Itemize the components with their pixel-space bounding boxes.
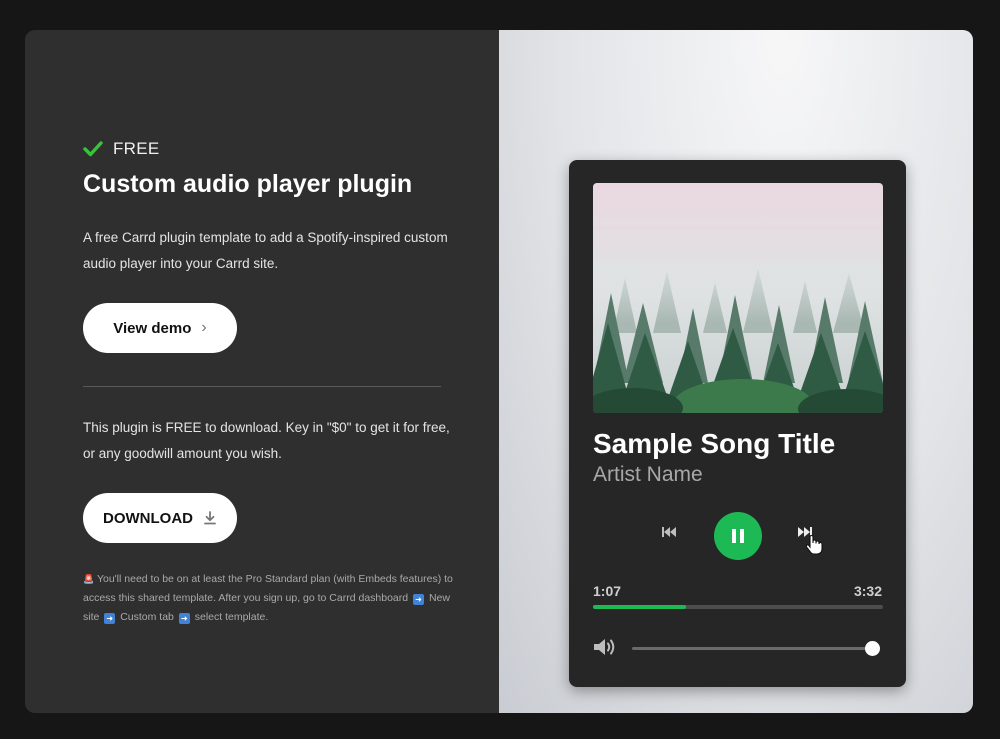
pause-icon xyxy=(732,529,744,543)
note-text-3: Custom tab xyxy=(120,611,174,623)
preview-panel: Sample Song Title Artist Name 1:07 3:32 xyxy=(499,30,973,713)
promo-card: FREE Custom audio player plugin A free C… xyxy=(25,30,973,713)
song-title: Sample Song Title xyxy=(593,428,836,459)
progress-fill xyxy=(593,605,686,609)
volume-slider[interactable] xyxy=(632,647,873,650)
arrow-right-icon: ➜ xyxy=(413,594,425,605)
arrow-right-icon: ➜ xyxy=(178,613,190,624)
download-label: DOWNLOAD xyxy=(103,509,193,527)
view-demo-button[interactable]: View demo › xyxy=(83,303,237,353)
album-artwork xyxy=(593,183,883,413)
hand-pointer-cursor-icon xyxy=(805,535,823,555)
info-panel: FREE Custom audio player plugin A free C… xyxy=(25,30,499,713)
total-time: 3:32 xyxy=(853,583,882,599)
view-demo-label: View demo xyxy=(113,319,192,337)
progress-bar[interactable] xyxy=(593,605,883,609)
badge-label: FREE xyxy=(113,139,160,158)
divider xyxy=(83,386,441,387)
plugin-description: A free Carrd plugin template to add a Sp… xyxy=(83,230,448,271)
audio-player: Sample Song Title Artist Name 1:07 3:32 xyxy=(569,160,906,687)
note-text-4: select template. xyxy=(194,611,269,623)
current-time: 1:07 xyxy=(593,583,622,599)
artist-name: Artist Name xyxy=(593,463,703,486)
free-badge: FREE xyxy=(83,139,160,159)
pause-button[interactable] xyxy=(714,512,762,560)
misty-forest-image xyxy=(593,183,883,413)
arrow-right-icon: ➜ xyxy=(104,613,116,624)
chevron-right-icon: › xyxy=(201,319,207,336)
pricing-text: This plugin is FREE to download. Key in … xyxy=(83,420,450,461)
siren-icon: 🚨 xyxy=(83,574,95,584)
download-button[interactable]: DOWNLOAD xyxy=(83,493,237,543)
note-text-1: You'll need to be on at least the Pro St… xyxy=(83,573,453,604)
checkmark-icon xyxy=(83,141,103,157)
volume-slider-handle[interactable] xyxy=(865,641,880,656)
volume-icon[interactable] xyxy=(593,637,617,657)
requirements-note: 🚨 You'll need to be on at least the Pro … xyxy=(83,570,453,627)
previous-track-icon[interactable] xyxy=(661,526,677,538)
download-icon xyxy=(204,511,216,525)
page-title: Custom audio player plugin xyxy=(83,170,413,198)
